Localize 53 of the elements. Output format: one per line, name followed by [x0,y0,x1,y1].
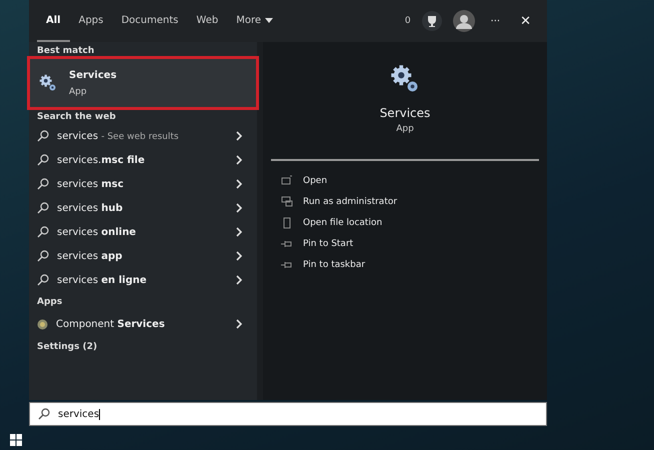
search-icon [37,154,49,166]
web-result[interactable]: services app [29,244,257,268]
search-icon [37,202,49,214]
chevron-icon [236,155,243,165]
gears-icon [390,64,420,94]
search-icon [38,408,50,420]
filter-tab[interactable]: Apps [70,0,112,42]
chevron-icon [236,179,243,189]
chevron-icon [236,275,243,285]
avatar-icon[interactable] [452,10,475,32]
more-options-button[interactable]: ··· [484,16,506,26]
action-item[interactable]: Run as administrator [281,191,529,212]
search-icon [37,130,49,142]
section-heading: Best match [36,45,96,58]
close-button[interactable]: ✕ [516,14,535,28]
action-item[interactable]: Pin to taskbar [281,254,529,275]
windows-logo-icon[interactable] [10,434,22,446]
gears-icon [39,74,57,92]
action-item[interactable]: Pin to Start [281,233,529,254]
search-icon [37,178,49,190]
action-item[interactable]: Open [281,170,529,191]
action-item[interactable]: Open file location [281,212,529,233]
component-icon [37,318,48,330]
search-icon [37,274,49,286]
filter-tab[interactable]: Documents [112,0,188,42]
search-field[interactable]: services [29,402,547,426]
preview-title: Services [380,106,430,120]
section-heading: Apps [36,296,64,309]
web-result[interactable]: services msc [29,172,257,196]
open-icon [281,174,293,186]
section-heading: Search the web [36,111,117,124]
web-result[interactable]: services hub [29,196,257,220]
section-heading: Settings (2) [36,341,98,354]
app-result[interactable]: Component Services [29,312,257,336]
web-result[interactable]: services online [29,220,257,244]
filter-tab[interactable]: Web [187,0,228,42]
chevron-icon [236,319,243,329]
filter-tab[interactable]: More [227,0,282,42]
preview-type: App [396,124,414,134]
chevron-icon [236,131,243,141]
chevron-icon [236,251,243,261]
best-match-item[interactable]: Services App [29,58,257,108]
web-result[interactable]: services - See web results [29,124,257,148]
search-icon [37,226,49,238]
search-icon [37,250,49,262]
chevron-icon [236,203,243,213]
web-result[interactable]: services.msc file [29,148,257,172]
web-result[interactable]: services en ligne [29,268,257,292]
chevron-icon [236,227,243,237]
points-count: 0 [404,16,411,26]
trophy-icon[interactable] [420,10,443,32]
app-title: Services [69,70,117,80]
app-type: App [69,86,88,96]
